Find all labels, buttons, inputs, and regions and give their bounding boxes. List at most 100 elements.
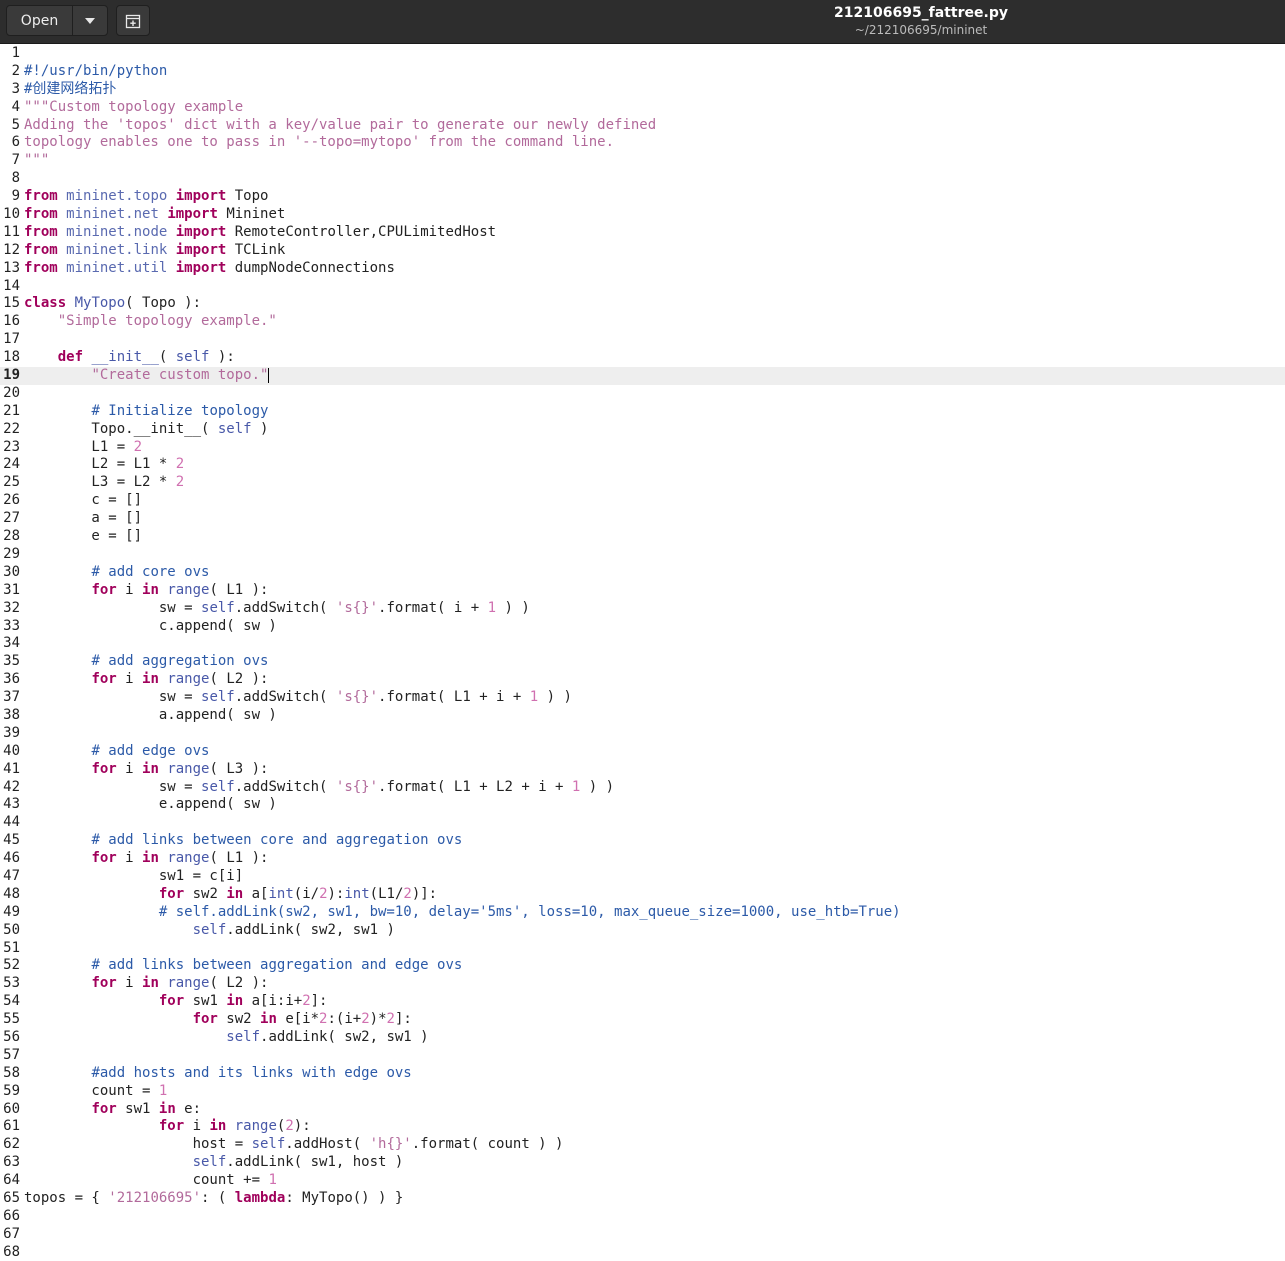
code-line[interactable]: 66 <box>0 1208 1285 1226</box>
code-line[interactable]: 43 e.append( sw ) <box>0 796 1285 814</box>
code-token: .addLink( sw2, sw1 ) <box>226 921 395 938</box>
code-token: from <box>24 188 58 205</box>
code-token: ( L3 ): <box>209 760 269 777</box>
line-number: 59 <box>3 1082 20 1099</box>
code-line[interactable]: 21 # Initialize topology <box>0 403 1285 421</box>
code-line[interactable]: 26 c = [] <box>0 492 1285 510</box>
code-line[interactable]: 9 from mininet.topo import Topo <box>0 188 1285 206</box>
code-line[interactable]: 16 "Simple topology example." <box>0 313 1285 331</box>
code-line[interactable]: 52 # add links between aggregation and e… <box>0 957 1285 975</box>
code-line[interactable]: 34 <box>0 635 1285 653</box>
code-line[interactable]: 62 host = self.addHost( 'h{}'.format( co… <box>0 1136 1285 1154</box>
code-line[interactable]: 6 topology enables one to pass in '--topo… <box>0 134 1285 152</box>
code-line[interactable]: 56 self.addLink( sw2, sw1 ) <box>0 1029 1285 1047</box>
code-line[interactable]: 44 <box>0 814 1285 832</box>
code-line[interactable]: 7 """ <box>0 152 1285 170</box>
code-line[interactable]: 54 for sw1 in a[i:i+2]: <box>0 993 1285 1011</box>
code-line[interactable]: 14 <box>0 278 1285 296</box>
code-line[interactable]: 59 count = 1 <box>0 1083 1285 1101</box>
line-content: for i in range( L1 ): <box>24 581 268 600</box>
code-line[interactable]: 64 count += 1 <box>0 1172 1285 1190</box>
code-line[interactable]: 49 # self.addLink(sw2, sw1, bw=10, delay… <box>0 904 1285 922</box>
code-line[interactable]: 33 c.append( sw ) <box>0 618 1285 636</box>
code-line[interactable]: 48 for sw2 in a[int(i/2):int(L1/2)]: <box>0 886 1285 904</box>
code-line[interactable]: 31 for i in range( L1 ): <box>0 582 1285 600</box>
line-content: #!/usr/bin/python <box>24 63 167 81</box>
code-token: 2 <box>175 456 185 473</box>
code-line[interactable]: 42 sw = self.addSwitch( 's{}'.format( L1… <box>0 779 1285 797</box>
code-line[interactable]: 24 L2 = L1 * 2 <box>0 456 1285 474</box>
code-line[interactable]: 8 <box>0 170 1285 188</box>
code-line[interactable]: 18 def __init__( self ): <box>0 349 1285 367</box>
code-line[interactable]: 53 for i in range( L2 ): <box>0 975 1285 993</box>
code-line[interactable]: 45 # add links between core and aggregat… <box>0 832 1285 850</box>
code-line[interactable]: 47 sw1 = c[i] <box>0 868 1285 886</box>
code-token: 2 <box>285 1118 294 1135</box>
code-line[interactable]: 39 <box>0 725 1285 743</box>
code-line[interactable]: 29 <box>0 546 1285 564</box>
code-line[interactable]: 4 """Custom topology example <box>0 99 1285 117</box>
code-line[interactable]: 5 Adding the 'topos' dict with a key/valu… <box>0 117 1285 135</box>
line-content: e.append( sw ) <box>24 796 277 814</box>
line-number: 48 <box>3 885 20 902</box>
code-token: sw = <box>24 778 202 795</box>
code-line[interactable]: 12 from mininet.link import TCLink <box>0 242 1285 260</box>
code-line[interactable]: 17 <box>0 331 1285 349</box>
code-token: a = [] <box>24 510 143 527</box>
code-line[interactable]: 58 #add hosts and its links with edge ov… <box>0 1065 1285 1083</box>
code-line[interactable]: 11 from mininet.node import RemoteControl… <box>0 224 1285 242</box>
code-line[interactable]: 67 <box>0 1226 1285 1244</box>
line-number: 22 <box>3 420 20 437</box>
code-line[interactable]: 68 <box>0 1244 1285 1261</box>
code-token: (L1/ <box>369 885 404 902</box>
code-line[interactable]: 51 <box>0 940 1285 958</box>
code-line[interactable]: 50 self.addLink( sw2, sw1 ) <box>0 922 1285 940</box>
code-line[interactable]: 10 from mininet.net import Mininet <box>0 206 1285 224</box>
code-line[interactable]: 55 for sw2 in e[i*2:(i+2)*2]: <box>0 1011 1285 1029</box>
code-token: for <box>91 581 117 598</box>
code-line[interactable]: 25 L3 = L2 * 2 <box>0 474 1285 492</box>
line-content: from mininet.node import RemoteControlle… <box>24 224 496 242</box>
code-line[interactable]: 36 for i in range( L2 ): <box>0 671 1285 689</box>
code-token: 2 <box>133 438 143 455</box>
code-line[interactable]: 41 for i in range( L3 ): <box>0 761 1285 779</box>
new-document-button[interactable] <box>116 5 150 36</box>
code-line[interactable]: 61 for i in range(2): <box>0 1118 1285 1136</box>
code-editor[interactable]: 1 2 #!/usr/bin/python 3 #创建网络拓扑 4 """Custom to… <box>0 45 1285 1261</box>
code-token: topology enables one to pass in '--topo=… <box>24 134 615 151</box>
code-line[interactable]: 46 for i in range( L1 ): <box>0 850 1285 868</box>
code-token: topos = { <box>24 1190 109 1206</box>
open-menu-button[interactable] <box>72 5 108 36</box>
code-line[interactable]: 32 sw = self.addSwitch( 's{}'.format( i … <box>0 600 1285 618</box>
code-token: i <box>116 850 143 867</box>
code-line[interactable]: 3 #创建网络拓扑 <box>0 81 1285 99</box>
code-line[interactable]: 30 # add core ovs <box>0 564 1285 582</box>
code-line[interactable]: 60 for sw1 in e: <box>0 1101 1285 1119</box>
code-token: 's{}' <box>335 778 379 795</box>
code-token: in <box>142 850 159 867</box>
code-line[interactable]: 35 # add aggregation ovs <box>0 653 1285 671</box>
code-line[interactable]: 28 e = [] <box>0 528 1285 546</box>
code-line[interactable]: 40 # add edge ovs <box>0 743 1285 761</box>
code-line[interactable]: 20 <box>0 385 1285 403</box>
code-token: in <box>142 975 159 992</box>
code-line[interactable]: 57 <box>0 1047 1285 1065</box>
code-line[interactable]: 23 L1 = 2 <box>0 439 1285 457</box>
code-line[interactable]: 65 topos = { '212106695': ( lambda: MyTop… <box>0 1190 1285 1208</box>
line-number: 67 <box>3 1225 20 1242</box>
code-line[interactable]: 2 #!/usr/bin/python <box>0 63 1285 81</box>
code-line[interactable]: 22 Topo.__init__( self ) <box>0 421 1285 439</box>
code-line[interactable]: 38 a.append( sw ) <box>0 707 1285 725</box>
code-line[interactable]: 13 from mininet.util import dumpNodeConne… <box>0 260 1285 278</box>
code-token: in <box>226 993 244 1010</box>
code-line[interactable]: 19 "Create custom topo." <box>0 367 1285 385</box>
code-line[interactable]: 27 a = [] <box>0 510 1285 528</box>
code-line[interactable]: 37 sw = self.addSwitch( 's{}'.format( L1… <box>0 689 1285 707</box>
code-line[interactable]: 15 class MyTopo( Topo ): <box>0 295 1285 313</box>
open-button[interactable]: Open <box>6 5 73 36</box>
code-line[interactable]: 63 self.addLink( sw1, host ) <box>0 1154 1285 1172</box>
code-line[interactable]: 1 <box>0 45 1285 63</box>
line-number: 62 <box>3 1136 20 1153</box>
